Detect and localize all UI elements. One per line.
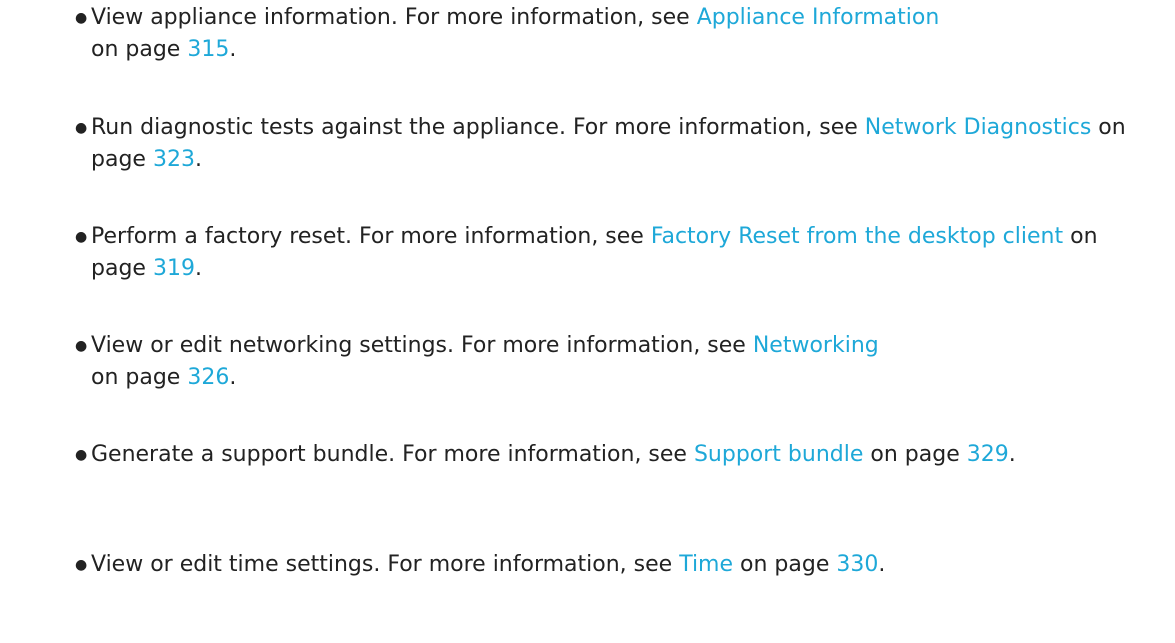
- bullet: ●: [75, 10, 88, 26]
- link-text: Network Diagnostics: [864, 115, 1092, 140]
- item-text: on page: [733, 552, 837, 577]
- item-text: on page: [91, 37, 188, 62]
- link-networking[interactable]: Networking: [753, 333, 879, 358]
- list-item: ● View or edit time settings. For more i…: [75, 549, 1146, 581]
- bullet: ●: [75, 120, 88, 136]
- bullet: ●: [75, 557, 88, 573]
- link-appliance-information[interactable]: Appliance Information: [697, 5, 940, 30]
- item-text: .: [229, 37, 237, 62]
- item-text: on page: [863, 442, 967, 467]
- list-item: ● Perform a factory reset. For more info…: [75, 221, 1146, 285]
- item-text: Perform a factory reset. For more inform…: [91, 224, 651, 249]
- list-item: ● View or edit networking settings. For …: [75, 330, 1146, 394]
- item-text: View appliance information. For more inf…: [91, 5, 697, 30]
- page-link-326[interactable]: 326: [187, 365, 229, 390]
- item-text: Run diagnostic tests against the applian…: [91, 115, 865, 140]
- bullet: ●: [75, 338, 88, 354]
- page-link-330[interactable]: 330: [836, 552, 878, 577]
- item-text: .: [229, 365, 237, 390]
- link-factory-reset[interactable]: Factory Reset from the desktop client: [651, 224, 1063, 249]
- bullet: ●: [75, 447, 88, 463]
- page-link-319[interactable]: 319: [153, 256, 195, 281]
- link-network-diagnostics[interactable]: Network Diagnostics: [865, 115, 1092, 140]
- item-text: .: [194, 147, 202, 172]
- list-item: ● Generate a support bundle. For more in…: [75, 439, 1146, 471]
- list-item: ● View appliance information. For more i…: [75, 2, 1146, 66]
- list-item: ● Run diagnostic tests against the appli…: [75, 112, 1146, 176]
- page-link-323[interactable]: 323: [153, 147, 195, 172]
- item-text: .: [878, 552, 886, 577]
- page-link-329[interactable]: 329: [967, 442, 1009, 467]
- bullet: ●: [75, 229, 88, 245]
- item-text: on page: [91, 365, 188, 390]
- item-text: Generate a support bundle. For more info…: [91, 442, 694, 467]
- item-text: .: [194, 256, 202, 281]
- link-support-bundle[interactable]: Support bundle: [694, 442, 863, 467]
- item-text: .: [1008, 442, 1016, 467]
- page-link-315[interactable]: 315: [187, 37, 229, 62]
- link-time[interactable]: Time: [679, 552, 733, 577]
- item-text: View or edit networking settings. For mo…: [91, 333, 753, 358]
- item-text: View or edit time settings. For more inf…: [91, 552, 680, 577]
